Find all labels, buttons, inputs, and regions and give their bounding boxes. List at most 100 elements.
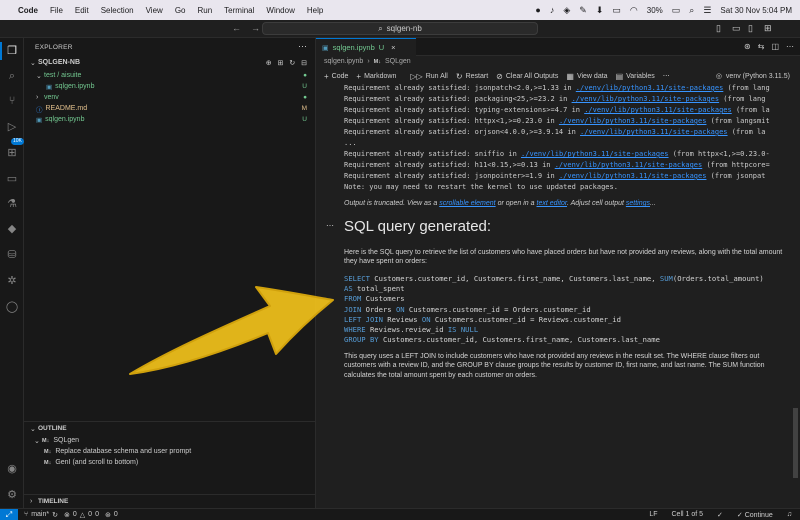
eol-indicator[interactable]: LF xyxy=(649,511,657,518)
branch-indicator[interactable]: ⑂ main* ↻ xyxy=(24,511,58,519)
explorer-icon[interactable]: ❐ xyxy=(5,44,19,58)
search-icon[interactable]: ⌕ xyxy=(5,69,19,83)
outline-item[interactable]: M↓ Replace database schema and user prom… xyxy=(24,446,315,457)
output-path-link[interactable]: ./venv/lib/python3.11/site-packages xyxy=(572,95,720,103)
output-path-link[interactable]: ./venv/lib/python3.11/site-packages xyxy=(559,172,707,180)
kernel-picker[interactable]: ◎ venv (Python 3.11.5) xyxy=(716,72,790,81)
output-path-link[interactable]: ./venv/lib/python3.11/site-packages xyxy=(580,128,728,136)
menu-view[interactable]: View xyxy=(146,6,163,15)
toggle-secondary-sidebar-icon[interactable]: ▯ xyxy=(748,23,753,34)
run-debug-icon[interactable]: ▷ xyxy=(5,120,19,134)
view-data-button[interactable]: ▦ View data xyxy=(566,72,607,81)
compare-icon[interactable]: ⇆ xyxy=(758,42,765,51)
database-icon[interactable]: ⛁ xyxy=(5,248,19,262)
command-center-search[interactable]: ⌕ sqlgen-nb xyxy=(262,22,538,35)
extensions-icon[interactable]: ⊞ xyxy=(5,146,19,160)
split-editor-icon[interactable]: ◫ xyxy=(771,42,779,51)
menu-selection[interactable]: Selection xyxy=(101,6,134,15)
back-arrow-icon[interactable]: ← xyxy=(232,23,241,33)
menu-app-name[interactable]: Code xyxy=(18,6,38,15)
battery-icon[interactable]: ▭ xyxy=(672,5,681,16)
toggle-panel-icon[interactable]: ▭ xyxy=(732,23,741,34)
tab-sqlgen-notebook[interactable]: ▣ sqlgen.ipynb U × xyxy=(316,38,416,56)
download-icon[interactable]: ⬇ xyxy=(596,5,604,16)
output-path-link[interactable]: ./venv/lib/python3.11/site-packages xyxy=(576,84,724,92)
docker-icon[interactable]: ◆ xyxy=(5,222,19,236)
output-text: ... xyxy=(344,139,357,147)
cell-output: Requirement already satisfied: jsonpatch… xyxy=(344,83,796,215)
explorer-actions[interactable]: ⊕ ⊞ ↻ ⊟ xyxy=(266,59,309,67)
more-actions-icon[interactable]: ⋯ xyxy=(663,72,670,80)
mic-icon[interactable]: ● xyxy=(535,5,540,15)
more-actions-icon[interactable]: ⋯ xyxy=(786,42,794,51)
account-icon[interactable]: ◉ xyxy=(5,462,19,476)
menu-edit[interactable]: Edit xyxy=(75,6,89,15)
sound-icon[interactable]: ♪ xyxy=(550,5,555,15)
scrollable-element-link[interactable]: scrollable element xyxy=(439,200,495,207)
outline-item-root[interactable]: ⌄ M↓ SQLgen xyxy=(24,435,315,446)
tree-item-notebook[interactable]: ▣ sqlgen.ipynb U xyxy=(24,81,315,92)
openai-icon[interactable]: ✲ xyxy=(5,274,19,288)
forward-arrow-icon[interactable]: → xyxy=(251,23,260,33)
menu-run[interactable]: Run xyxy=(197,6,212,15)
menu-help[interactable]: Help xyxy=(307,6,323,15)
menubar-clock[interactable]: Sat 30 Nov 5:04 PM xyxy=(720,6,792,15)
menu-window[interactable]: Window xyxy=(266,6,294,15)
sql-keyword: FROM xyxy=(344,294,362,304)
close-icon[interactable]: × xyxy=(391,43,395,52)
output-path-link[interactable]: ./venv/lib/python3.11/site-packages xyxy=(521,150,669,158)
variables-button[interactable]: ▤ Variables xyxy=(616,72,655,81)
source-control-icon[interactable]: ⑂ xyxy=(5,94,19,108)
more-actions-icon[interactable]: ⋯ xyxy=(298,41,307,52)
tree-item-folder-test-aisuite[interactable]: ⌄ test / aisuite ● xyxy=(24,70,315,81)
chat-icon[interactable]: ◯ xyxy=(5,300,19,314)
timeline-section-header[interactable]: › TIMELINE xyxy=(24,496,315,507)
cell-more-actions-icon[interactable]: ⋯ xyxy=(326,221,334,230)
workspace-root[interactable]: ⌄ SQLGEN-NB ⊕ ⊞ ↻ ⊟ xyxy=(24,57,315,68)
remote-indicator-icon[interactable]: ⤢ xyxy=(0,508,18,520)
outline-section-header[interactable]: ⌄ OUTLINE xyxy=(24,423,315,434)
cell-position[interactable]: Cell 1 of 5 xyxy=(672,511,704,518)
run-all-button[interactable]: ▷▷ Run All xyxy=(410,72,448,81)
wifi-icon[interactable]: ◠ xyxy=(630,5,638,16)
remote-explorer-icon[interactable]: ▭ xyxy=(5,172,19,186)
tree-item-folder-venv[interactable]: › venv ● xyxy=(24,92,315,103)
tree-item-readme[interactable]: ⓘ README.md M xyxy=(24,103,315,114)
text-editor-link[interactable]: text editor xyxy=(537,200,567,207)
breadcrumb-section[interactable]: SQLgen xyxy=(385,58,411,65)
outline-item[interactable]: M↓ GenI (and scroll to bottom) xyxy=(24,457,315,468)
bell-icon[interactable]: ♫ xyxy=(787,511,792,518)
settings-gear-icon[interactable]: ⚙ xyxy=(5,488,19,502)
sql-keyword: WHERE xyxy=(344,325,366,335)
notifications-icon[interactable]: ✓ xyxy=(717,511,723,519)
output-path-link[interactable]: ./venv/lib/python3.11/site-packages xyxy=(559,117,707,125)
toggle-sidebar-icon[interactable]: ▯ xyxy=(716,23,721,34)
breadcrumb-file[interactable]: sqlgen.ipynb xyxy=(324,58,363,65)
testing-flask-icon[interactable]: ⚗ xyxy=(5,197,19,211)
continue-button[interactable]: ✓ Continue xyxy=(737,511,773,519)
spotlight-icon[interactable]: ⌕ xyxy=(689,5,694,16)
menu-terminal[interactable]: Terminal xyxy=(224,6,254,15)
display-icon[interactable]: ▭ xyxy=(612,5,621,16)
markdown-badge: M↓ xyxy=(44,448,52,455)
menu-file[interactable]: File xyxy=(50,6,63,15)
editor-scrollbar[interactable] xyxy=(793,408,798,478)
menu-go[interactable]: Go xyxy=(175,6,186,15)
settings-link[interactable]: settings xyxy=(626,200,650,207)
problems-indicator[interactable]: ⊗ 0 △ 0 0 xyxy=(64,511,99,519)
output-path-link[interactable]: ./venv/lib/python3.11/site-packages xyxy=(555,161,703,169)
restart-kernel-button[interactable]: ↻ Restart xyxy=(456,72,488,81)
control-center-icon[interactable]: ☰ xyxy=(703,5,711,16)
customize-layout-icon[interactable]: ⊞ xyxy=(764,23,772,34)
ports-indicator[interactable]: ⊛ 0 xyxy=(105,511,118,519)
macos-menu-bar: Code File Edit Selection View Go Run Ter… xyxy=(0,0,800,20)
copilot-icon[interactable]: ⊛ xyxy=(744,42,751,51)
output-line: Note: you may need to restart the kernel… xyxy=(344,182,796,193)
output-path-link[interactable]: ./venv/lib/python3.11/site-packages xyxy=(584,106,732,114)
clear-outputs-button[interactable]: ⊘ Clear All Outputs xyxy=(496,72,558,81)
tree-item-notebook[interactable]: ▣ sqlgen.ipynb U xyxy=(24,114,315,125)
add-markdown-cell-button[interactable]: + Markdown xyxy=(356,72,396,81)
shield-icon[interactable]: ◈ xyxy=(563,5,570,16)
pen-icon[interactable]: ✎ xyxy=(579,5,587,16)
add-code-cell-button[interactable]: + Code xyxy=(324,72,348,81)
